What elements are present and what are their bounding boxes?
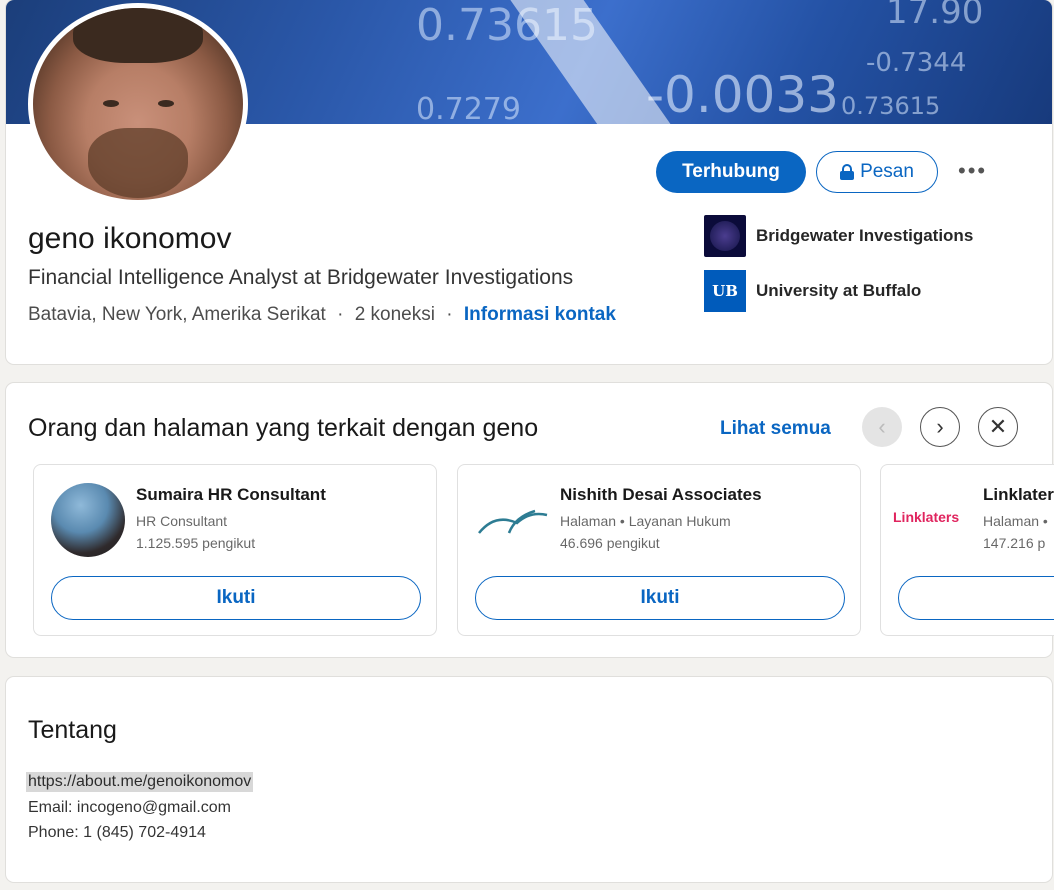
about-phone: Phone: 1 (845) 702-4914 — [28, 824, 206, 841]
suggestion-subtitle: HR Consultant — [136, 513, 228, 529]
banner-number: -0.0033 — [646, 66, 839, 124]
banner-number: 0.7279 — [416, 92, 521, 124]
linklaters-logo[interactable]: Linklaters — [893, 509, 959, 525]
banner-number: -0.7344 — [866, 48, 967, 78]
related-section-title: Orang dan halaman yang terkait dengan ge… — [28, 414, 539, 442]
avatar[interactable] — [51, 483, 125, 557]
profile-location: Batavia, New York, Amerika Serikat — [28, 304, 326, 325]
avatar-hair — [73, 8, 203, 63]
message-button-label: Pesan — [860, 161, 914, 182]
suggestion-followers: 147.216 p — [983, 535, 1046, 551]
about-email: Email: incogeno@gmail.com — [28, 799, 231, 816]
affiliation-university[interactable]: UB University at Buffalo — [704, 270, 921, 312]
suggestion-followers: 46.696 pengikut — [560, 535, 660, 551]
more-options-icon[interactable]: ••• — [958, 158, 987, 184]
suggestion-subtitle: Halaman • — [983, 513, 1048, 529]
affiliation-name: University at Buffalo — [756, 281, 922, 300]
suggestion-title[interactable]: Sumaira HR Consultant — [136, 485, 326, 505]
nishith-desai-logo-icon[interactable] — [475, 483, 549, 557]
suggestion-subtitle: Halaman • Layanan Hukum — [560, 513, 731, 529]
banner-number: 0.73615 — [841, 92, 941, 120]
separator-dot: · — [446, 304, 453, 325]
follow-button[interactable] — [898, 576, 1054, 620]
affiliation-name: Bridgewater Investigations — [756, 226, 974, 245]
profile-avatar[interactable] — [28, 3, 248, 205]
message-button[interactable]: Pesan — [816, 151, 938, 193]
chevron-left-icon[interactable]: ‹ — [862, 407, 902, 447]
suggestion-followers: 1.125.595 pengikut — [136, 535, 256, 551]
chevron-right-icon[interactable]: › — [920, 407, 960, 447]
contact-info-link[interactable]: Informasi kontak — [464, 304, 616, 325]
see-all-link[interactable]: Lihat semua — [720, 418, 831, 440]
close-icon[interactable]: ✕ — [978, 407, 1018, 447]
about-website[interactable]: https://about.me/genoikonomov — [26, 772, 254, 792]
connected-button[interactable]: Terhubung — [656, 151, 806, 193]
banner-light-streak — [508, 0, 684, 124]
follow-button[interactable]: Ikuti — [51, 576, 421, 620]
ub-logo-icon: UB — [704, 270, 746, 312]
suggestion-title[interactable]: Nishith Desai Associates — [560, 485, 762, 505]
suggestion-card: Linklaters Linklaters Halaman • 147.216 … — [880, 464, 1054, 636]
avatar-beard — [88, 128, 188, 198]
bridgewater-logo-icon — [704, 215, 746, 257]
avatar-eye — [103, 100, 119, 107]
separator-dot: · — [337, 304, 344, 325]
avatar-eye — [158, 100, 174, 107]
profile-meta: Batavia, New York, Amerika Serikat · 2 k… — [28, 304, 616, 326]
about-title: Tentang — [28, 716, 117, 744]
banner-number: 17.90 — [886, 0, 984, 32]
suggestion-title[interactable]: Linklaters — [983, 485, 1054, 505]
suggestion-card: Nishith Desai Associates Halaman • Layan… — [457, 464, 861, 636]
suggestion-card: Sumaira HR Consultant HR Consultant 1.12… — [33, 464, 437, 636]
affiliation-bridgewater[interactable]: Bridgewater Investigations — [704, 215, 973, 257]
profile-headline: Financial Intelligence Analyst at Bridge… — [28, 266, 574, 289]
lock-icon — [840, 164, 855, 180]
follow-button[interactable]: Ikuti — [475, 576, 845, 620]
profile-name: geno ikonomov — [28, 222, 232, 255]
connections-count: 2 koneksi — [354, 304, 435, 325]
